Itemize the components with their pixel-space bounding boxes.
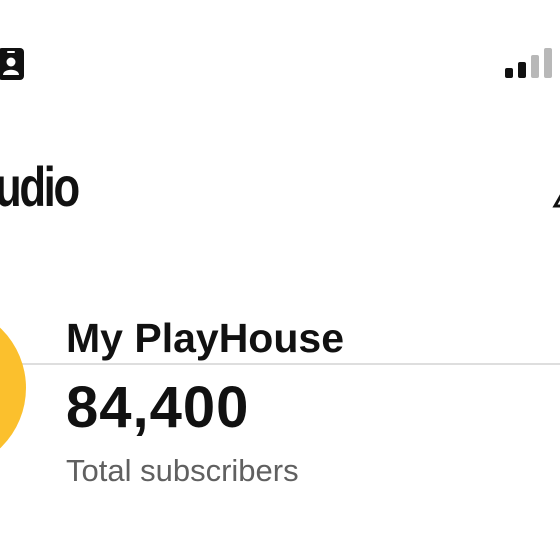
app-header: udio: [0, 110, 560, 365]
status-bar: [0, 0, 560, 110]
contact-card-icon: [0, 48, 24, 80]
channel-name: My PlayHouse: [66, 315, 344, 361]
channel-summary-card[interactable]: My PlayHouse 84,400 Total subscribers: [0, 255, 560, 560]
subscriber-label: Total subscribers: [66, 453, 299, 488]
app-title: udio: [0, 155, 80, 218]
app-screen: udio My PlayHouse 84,400 Total subscribe…: [0, 0, 560, 560]
cellular-signal-icon: [505, 48, 552, 78]
channel-avatar[interactable]: [0, 305, 26, 471]
subscriber-count: 84,400: [66, 375, 250, 440]
partial-icon[interactable]: [551, 186, 560, 216]
